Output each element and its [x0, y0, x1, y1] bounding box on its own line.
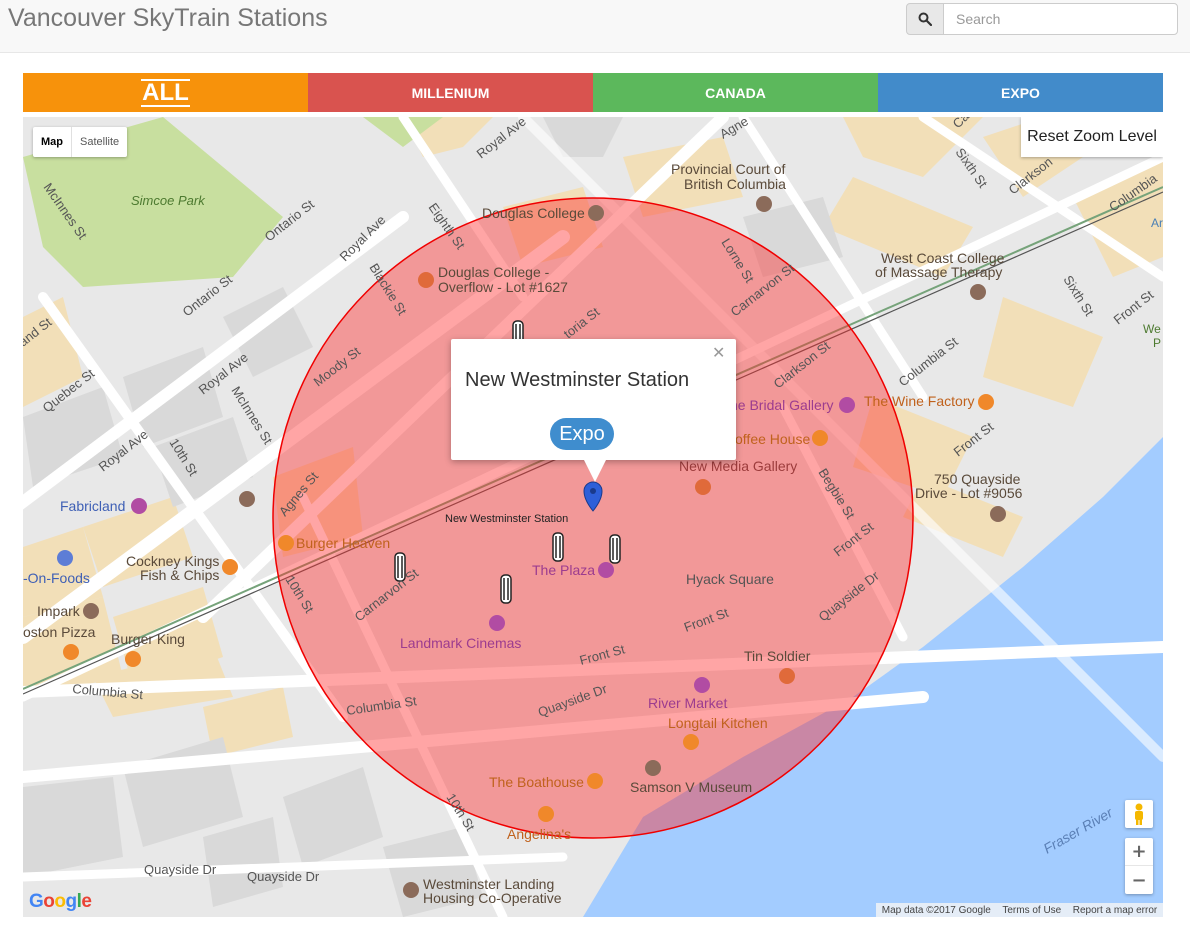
- label-ar-right: Ar: [1151, 216, 1163, 230]
- label-quayside-dr-bl: Quayside Dr: [144, 862, 217, 877]
- label-the-boathouse: The Boathouse: [489, 774, 584, 790]
- navbar: Vancouver SkyTrain Stations: [0, 0, 1190, 53]
- zoom-control: + −: [1125, 838, 1153, 894]
- tab-all-label: ALL: [141, 78, 190, 107]
- label-douglas-overflow-1: Douglas College -: [438, 264, 550, 280]
- search-input[interactable]: [943, 3, 1178, 35]
- tab-expo[interactable]: EXPO: [878, 73, 1163, 112]
- label-cockney-2: Fish & Chips: [140, 567, 219, 583]
- label-burger-king: Burger King: [111, 631, 185, 647]
- label-landmark-cinemas: Landmark Cinemas: [400, 635, 521, 651]
- search-icon: [918, 12, 932, 26]
- label-on-foods: -On-Foods: [23, 570, 90, 586]
- map-attribution: Map data ©2017 Google Terms of Use Repor…: [876, 903, 1163, 917]
- terms-of-use-link[interactable]: Terms of Use: [1002, 905, 1061, 916]
- label-fabricland: Fabricland: [60, 498, 125, 514]
- label-longtail-kitchen: Longtail Kitchen: [668, 715, 768, 731]
- street-view-pegman[interactable]: [1125, 800, 1153, 828]
- reset-zoom-button[interactable]: Reset Zoom Level: [1021, 117, 1163, 157]
- close-icon[interactable]: ✕: [712, 343, 725, 362]
- label-the-plaza: The Plaza: [532, 562, 595, 578]
- label-angelinas: Angelina's: [507, 826, 571, 842]
- map-type-control: Map Satellite: [33, 127, 128, 157]
- label-wine-factory: The Wine Factory: [864, 393, 974, 409]
- tab-canada[interactable]: CANADA: [593, 73, 878, 112]
- label-burger-heaven: Burger Heaven: [296, 535, 390, 551]
- zoom-in-button[interactable]: +: [1125, 838, 1153, 866]
- label-boston-pizza: oston Pizza: [23, 624, 96, 640]
- map-canvas[interactable]: Simcoe Park McInnes St Royal Ave Agne Ca…: [23, 117, 1163, 917]
- report-error-link[interactable]: Report a map error: [1073, 905, 1157, 916]
- map-data-credit: Map data ©2017 Google: [881, 904, 991, 916]
- label-quayside-dr-bl2: Quayside Dr: [247, 869, 320, 884]
- label-westminster-landing-2: Housing Co-Operative: [423, 890, 562, 906]
- map-tiles: Simcoe Park McInnes St Royal Ave Agne Ca…: [23, 117, 1163, 917]
- line-badge: Expo: [550, 418, 614, 450]
- label-p-right: P: [1153, 336, 1161, 350]
- info-window-tail: [584, 460, 606, 482]
- label-provincial-court-2: British Columbia: [684, 176, 786, 192]
- label-impark: Impark: [37, 603, 81, 619]
- label-bridal-gallery: he Bridal Gallery: [730, 397, 834, 413]
- label-hyack-square: Hyack Square: [686, 571, 774, 587]
- tab-millenium[interactable]: MILLENIUM: [308, 73, 593, 112]
- label-douglas-overflow-2: Overflow - Lot #1627: [438, 279, 568, 295]
- tab-canada-label: CANADA: [705, 84, 766, 101]
- label-new-media-gallery: New Media Gallery: [679, 458, 797, 474]
- label-coffee-house: offee House: [735, 431, 810, 447]
- app-title[interactable]: Vancouver SkyTrain Stations: [8, 4, 328, 33]
- map-type-satellite-button[interactable]: Satellite: [71, 127, 127, 157]
- label-tin-soldier: Tin Soldier: [744, 648, 811, 664]
- tab-expo-label: EXPO: [1001, 84, 1040, 101]
- google-logo[interactable]: Google: [29, 891, 92, 913]
- label-station: New Westminster Station: [445, 513, 568, 525]
- pegman-icon: [1135, 803, 1143, 825]
- label-samson-museum: Samson V Museum: [630, 779, 752, 795]
- label-quayside-lot-2: Drive - Lot #9056: [915, 485, 1023, 501]
- label-we-right: We: [1143, 322, 1161, 336]
- label-west-coast-2: of Massage Therapy: [875, 264, 1002, 280]
- line-tabs: ALL MILLENIUM CANADA EXPO: [23, 73, 1163, 112]
- label-river-market: River Market: [648, 695, 727, 711]
- info-window-title: New Westminster Station: [465, 369, 690, 391]
- search-button[interactable]: [906, 3, 944, 35]
- label-provincial-court-1: Provincial Court of: [671, 161, 785, 177]
- station-info-window: ✕ New Westminster Station Expo: [451, 339, 736, 482]
- station-radius-circle: [272, 197, 914, 839]
- label-douglas-college: Douglas College: [482, 205, 585, 221]
- tab-all[interactable]: ALL: [23, 73, 308, 112]
- zoom-out-button[interactable]: −: [1125, 866, 1153, 894]
- tab-millenium-label: MILLENIUM: [411, 84, 490, 101]
- map-type-map-button[interactable]: Map: [33, 127, 71, 157]
- label-simcoe-park: Simcoe Park: [131, 193, 206, 208]
